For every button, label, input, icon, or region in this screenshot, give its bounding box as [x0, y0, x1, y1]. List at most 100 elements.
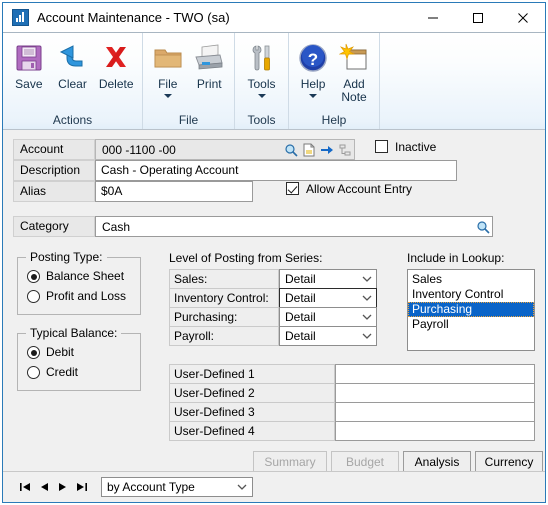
red-x-icon	[98, 40, 134, 76]
form-area: Account 000 -1100 -00 Inactive Descripti…	[3, 130, 545, 502]
add-note-label: Add Note	[341, 77, 367, 104]
last-record-icon[interactable]	[72, 477, 91, 497]
user-defined-1-field[interactable]	[335, 364, 535, 384]
help-menu-button[interactable]: ? Help	[293, 37, 333, 98]
maximize-icon[interactable]	[455, 3, 500, 32]
delete-label: Delete	[98, 77, 134, 91]
level-payroll-label: Payroll:	[169, 326, 279, 346]
record-navigation	[15, 477, 91, 497]
radio-balance-sheet[interactable]	[27, 270, 40, 283]
level-purchasing-label: Purchasing:	[169, 307, 279, 327]
allow-account-entry-checkbox[interactable]	[286, 182, 299, 195]
chevron-down-icon	[358, 333, 376, 340]
lookup-magnifier-icon[interactable]	[282, 140, 300, 159]
level-sales-combo[interactable]: Detail	[279, 269, 377, 289]
print-label: Print	[196, 77, 222, 91]
level-sales-value: Detail	[285, 272, 316, 286]
currency-label: Currency	[484, 455, 534, 469]
titlebar: Account Maintenance - TWO (sa)	[3, 3, 545, 32]
include-in-lookup-title: Include in Lookup:	[407, 251, 505, 265]
window-title: Account Maintenance - TWO (sa)	[37, 10, 230, 25]
category-value: Cash	[102, 219, 131, 234]
budget-label: Budget	[345, 455, 385, 469]
level-payroll-value: Detail	[285, 329, 316, 343]
add-note-button[interactable]: Add Note	[333, 37, 375, 104]
blue-question-icon: ?	[295, 40, 331, 76]
user-defined-4-label: User-Defined 4	[169, 421, 335, 441]
previous-record-icon[interactable]	[34, 477, 53, 497]
next-record-icon[interactable]	[53, 477, 72, 497]
user-defined-3-label: User-Defined 3	[169, 402, 335, 422]
bar-chart-icon	[12, 9, 29, 26]
allow-account-entry-label: Allow Account Entry	[306, 182, 413, 196]
file-label: File	[158, 77, 178, 91]
ribbon-group-file: File Print File	[143, 33, 235, 129]
level-inventory-control-label: Inventory Control:	[169, 288, 279, 308]
tree-view-icon[interactable]	[336, 140, 354, 159]
print-button[interactable]: Print	[189, 37, 231, 91]
radio-balance-sheet-label: Balance Sheet	[46, 269, 125, 283]
list-item[interactable]: Payroll	[408, 317, 534, 332]
save-button[interactable]: Save	[7, 37, 51, 91]
budget-button[interactable]: Budget	[331, 451, 399, 473]
level-of-posting-title: Level of Posting from Series:	[169, 251, 323, 265]
sort-by-combo[interactable]: by Account Type	[101, 477, 253, 497]
statusbar: by Account Type	[3, 471, 545, 502]
ribbon-empty-area	[380, 33, 545, 129]
chevron-down-icon	[163, 94, 172, 98]
description-field[interactable]: Cash - Operating Account	[95, 160, 457, 181]
level-payroll-combo[interactable]: Detail	[279, 326, 377, 346]
first-record-icon[interactable]	[15, 477, 34, 497]
inactive-label: Inactive	[395, 140, 437, 154]
tools-label: Tools	[247, 77, 276, 91]
user-defined-2-field[interactable]	[335, 383, 535, 403]
posting-type-title: Posting Type:	[26, 250, 107, 264]
account-maintenance-window: Account Maintenance - TWO (sa) Save Clea…	[2, 2, 546, 503]
chevron-down-icon	[309, 94, 318, 98]
list-item[interactable]: Purchasing	[408, 302, 534, 317]
minimize-icon[interactable]	[410, 3, 455, 32]
category-field[interactable]: Cash	[95, 216, 493, 237]
ribbon: Save Clear Delete Actions File Print Fil…	[3, 32, 545, 130]
clear-button[interactable]: Clear	[51, 37, 95, 91]
user-defined-4-field[interactable]	[335, 421, 535, 441]
summary-label: Summary	[264, 455, 316, 469]
radio-profit-and-loss[interactable]	[27, 290, 40, 303]
chevron-down-icon	[358, 276, 376, 283]
ribbon-group-title-tools: Tools	[247, 113, 276, 127]
include-in-lookup-listbox[interactable]: Sales Inventory Control Purchasing Payro…	[407, 269, 535, 351]
delete-button[interactable]: Delete	[94, 37, 138, 91]
wrench-screwdriver-icon	[244, 40, 280, 76]
radio-credit[interactable]	[27, 366, 40, 379]
printer-icon	[191, 40, 227, 76]
new-document-icon[interactable]	[300, 140, 318, 159]
ribbon-group-tools: Tools Tools	[235, 33, 289, 129]
radio-debit[interactable]	[27, 346, 40, 359]
inactive-checkbox[interactable]	[375, 140, 388, 153]
go-to-arrow-icon[interactable]	[318, 140, 336, 159]
level-purchasing-combo[interactable]: Detail	[279, 307, 377, 327]
file-menu-button[interactable]: File	[147, 37, 189, 98]
typical-balance-title: Typical Balance:	[26, 326, 122, 340]
close-icon[interactable]	[500, 3, 545, 32]
level-purchasing-value: Detail	[285, 310, 316, 324]
list-item[interactable]: Sales	[408, 272, 534, 287]
lookup-magnifier-icon[interactable]	[474, 217, 492, 236]
ribbon-group-title-file: File	[178, 113, 199, 127]
analysis-button[interactable]: Analysis	[403, 451, 471, 473]
help-label: Help	[300, 77, 326, 91]
account-label: Account	[13, 139, 95, 160]
radio-profit-and-loss-label: Profit and Loss	[46, 289, 127, 303]
currency-button[interactable]: Currency	[475, 451, 543, 473]
alias-field[interactable]: $0A	[95, 181, 253, 202]
list-item[interactable]: Inventory Control	[408, 287, 534, 302]
user-defined-3-field[interactable]	[335, 402, 535, 422]
undo-arrow-icon	[55, 40, 91, 76]
folder-icon	[150, 40, 186, 76]
tools-menu-button[interactable]: Tools	[239, 37, 284, 98]
account-field[interactable]: 000 -1100 -00	[95, 139, 355, 160]
summary-button[interactable]: Summary	[253, 451, 327, 473]
level-inventory-control-combo[interactable]: Detail	[279, 288, 377, 308]
chevron-down-icon	[232, 484, 252, 491]
ribbon-group-help: ? Help Add Note Help	[289, 33, 380, 129]
